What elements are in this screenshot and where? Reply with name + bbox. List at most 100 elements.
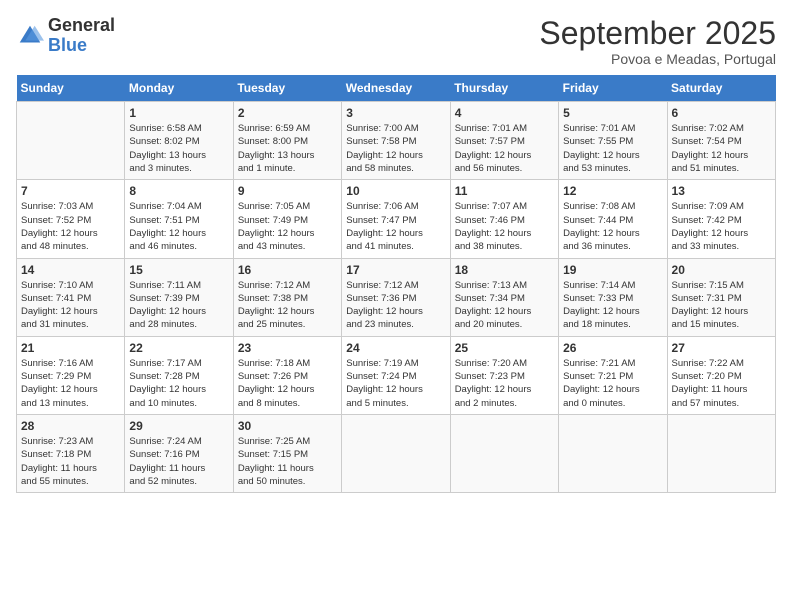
- day-info: Sunrise: 7:19 AMSunset: 7:24 PMDaylight:…: [346, 357, 445, 410]
- day-info: Sunrise: 7:08 AMSunset: 7:44 PMDaylight:…: [563, 200, 662, 253]
- day-info: Sunrise: 7:14 AMSunset: 7:33 PMDaylight:…: [563, 279, 662, 332]
- day-info: Sunrise: 7:10 AMSunset: 7:41 PMDaylight:…: [21, 279, 120, 332]
- day-info: Sunrise: 7:22 AMSunset: 7:20 PMDaylight:…: [672, 357, 771, 410]
- weekday-header-monday: Monday: [125, 75, 233, 102]
- day-info: Sunrise: 7:13 AMSunset: 7:34 PMDaylight:…: [455, 279, 554, 332]
- day-number: 24: [346, 341, 445, 355]
- calendar-cell: 25 Sunrise: 7:20 AMSunset: 7:23 PMDayligh…: [450, 336, 558, 414]
- day-number: 6: [672, 106, 771, 120]
- calendar-cell: 17 Sunrise: 7:12 AMSunset: 7:36 PMDayligh…: [342, 258, 450, 336]
- day-info: Sunrise: 7:03 AMSunset: 7:52 PMDaylight:…: [21, 200, 120, 253]
- day-info: Sunrise: 7:23 AMSunset: 7:18 PMDaylight:…: [21, 435, 120, 488]
- calendar-cell: 13Sunrise: 7:09 AMSunset: 7:42 PMDayligh…: [667, 180, 775, 258]
- day-number: 2: [238, 106, 337, 120]
- calendar-cell: 6 Sunrise: 7:02 AMSunset: 7:54 PMDaylight…: [667, 102, 775, 180]
- day-number: 1: [129, 106, 228, 120]
- weekday-header-tuesday: Tuesday: [233, 75, 341, 102]
- day-info: Sunrise: 7:20 AMSunset: 7:23 PMDaylight:…: [455, 357, 554, 410]
- day-number: 9: [238, 184, 337, 198]
- calendar-cell: 10 Sunrise: 7:06 AMSunset: 7:47 PMDayligh…: [342, 180, 450, 258]
- calendar-cell: 29Sunrise: 7:24 AMSunset: 7:16 PMDayligh…: [125, 414, 233, 492]
- day-number: 26: [563, 341, 662, 355]
- day-number: 13: [672, 184, 771, 198]
- weekday-header-saturday: Saturday: [667, 75, 775, 102]
- logo-general-text: General: [48, 16, 115, 36]
- day-info: Sunrise: 7:07 AMSunset: 7:46 PMDaylight:…: [455, 200, 554, 253]
- day-info: Sunrise: 7:00 AMSunset: 7:58 PMDaylight:…: [346, 122, 445, 175]
- day-info: Sunrise: 7:12 AMSunset: 7:36 PMDaylight:…: [346, 279, 445, 332]
- calendar-cell: 3 Sunrise: 7:00 AMSunset: 7:58 PMDaylight…: [342, 102, 450, 180]
- day-number: 23: [238, 341, 337, 355]
- day-number: 28: [21, 419, 120, 433]
- calendar-cell: 12Sunrise: 7:08 AMSunset: 7:44 PMDayligh…: [559, 180, 667, 258]
- calendar-cell: 5Sunrise: 7:01 AMSunset: 7:55 PMDaylight…: [559, 102, 667, 180]
- day-info: Sunrise: 6:58 AMSunset: 8:02 PMDaylight:…: [129, 122, 228, 175]
- calendar-cell: [559, 414, 667, 492]
- calendar-cell: 2 Sunrise: 6:59 AMSunset: 8:00 PMDaylight…: [233, 102, 341, 180]
- weekday-header-friday: Friday: [559, 75, 667, 102]
- day-info: Sunrise: 7:11 AMSunset: 7:39 PMDaylight:…: [129, 279, 228, 332]
- calendar-table: SundayMondayTuesdayWednesdayThursdayFrid…: [16, 75, 776, 493]
- day-number: 20: [672, 263, 771, 277]
- calendar-cell: 1 Sunrise: 6:58 AMSunset: 8:02 PMDaylight…: [125, 102, 233, 180]
- calendar-cell: 4 Sunrise: 7:01 AMSunset: 7:57 PMDaylight…: [450, 102, 558, 180]
- day-number: 21: [21, 341, 120, 355]
- calendar-cell: 27Sunrise: 7:22 AMSunset: 7:20 PMDayligh…: [667, 336, 775, 414]
- day-number: 4: [455, 106, 554, 120]
- day-info: Sunrise: 7:18 AMSunset: 7:26 PMDaylight:…: [238, 357, 337, 410]
- calendar-cell: 16Sunrise: 7:12 AMSunset: 7:38 PMDayligh…: [233, 258, 341, 336]
- calendar-week-row: 14Sunrise: 7:10 AMSunset: 7:41 PMDayligh…: [17, 258, 776, 336]
- day-info: Sunrise: 7:05 AMSunset: 7:49 PMDaylight:…: [238, 200, 337, 253]
- calendar-cell: 20 Sunrise: 7:15 AMSunset: 7:31 PMDayligh…: [667, 258, 775, 336]
- day-info: Sunrise: 7:12 AMSunset: 7:38 PMDaylight:…: [238, 279, 337, 332]
- day-info: Sunrise: 7:01 AMSunset: 7:57 PMDaylight:…: [455, 122, 554, 175]
- weekday-header-thursday: Thursday: [450, 75, 558, 102]
- weekday-header-row: SundayMondayTuesdayWednesdayThursdayFrid…: [17, 75, 776, 102]
- page-header: General Blue September 2025 Povoa e Mead…: [16, 16, 776, 67]
- day-info: Sunrise: 7:25 AMSunset: 7:15 PMDaylight:…: [238, 435, 337, 488]
- day-info: Sunrise: 7:02 AMSunset: 7:54 PMDaylight:…: [672, 122, 771, 175]
- logo: General Blue: [16, 16, 115, 56]
- calendar-cell: 8 Sunrise: 7:04 AMSunset: 7:51 PMDaylight…: [125, 180, 233, 258]
- calendar-cell: 19 Sunrise: 7:14 AMSunset: 7:33 PMDayligh…: [559, 258, 667, 336]
- calendar-cell: 23 Sunrise: 7:18 AMSunset: 7:26 PMDayligh…: [233, 336, 341, 414]
- day-number: 29: [129, 419, 228, 433]
- calendar-cell: 28 Sunrise: 7:23 AMSunset: 7:18 PMDayligh…: [17, 414, 125, 492]
- calendar-cell: 15 Sunrise: 7:11 AMSunset: 7:39 PMDayligh…: [125, 258, 233, 336]
- calendar-week-row: 21Sunrise: 7:16 AMSunset: 7:29 PMDayligh…: [17, 336, 776, 414]
- calendar-cell: [450, 414, 558, 492]
- day-number: 11: [455, 184, 554, 198]
- logo-blue-text: Blue: [48, 36, 115, 56]
- calendar-cell: 11 Sunrise: 7:07 AMSunset: 7:46 PMDayligh…: [450, 180, 558, 258]
- weekday-header-sunday: Sunday: [17, 75, 125, 102]
- day-number: 8: [129, 184, 228, 198]
- day-info: Sunrise: 7:15 AMSunset: 7:31 PMDaylight:…: [672, 279, 771, 332]
- calendar-cell: 22Sunrise: 7:17 AMSunset: 7:28 PMDayligh…: [125, 336, 233, 414]
- day-info: Sunrise: 6:59 AMSunset: 8:00 PMDaylight:…: [238, 122, 337, 175]
- calendar-cell: [342, 414, 450, 492]
- weekday-header-wednesday: Wednesday: [342, 75, 450, 102]
- month-title: September 2025: [539, 16, 776, 51]
- calendar-cell: [667, 414, 775, 492]
- calendar-cell: [17, 102, 125, 180]
- day-info: Sunrise: 7:17 AMSunset: 7:28 PMDaylight:…: [129, 357, 228, 410]
- day-number: 15: [129, 263, 228, 277]
- calendar-cell: 7 Sunrise: 7:03 AMSunset: 7:52 PMDaylight…: [17, 180, 125, 258]
- title-block: September 2025 Povoa e Meadas, Portugal: [539, 16, 776, 67]
- day-number: 3: [346, 106, 445, 120]
- day-number: 5: [563, 106, 662, 120]
- day-number: 7: [21, 184, 120, 198]
- day-info: Sunrise: 7:06 AMSunset: 7:47 PMDaylight:…: [346, 200, 445, 253]
- calendar-cell: 30 Sunrise: 7:25 AMSunset: 7:15 PMDayligh…: [233, 414, 341, 492]
- calendar-week-row: 7 Sunrise: 7:03 AMSunset: 7:52 PMDaylight…: [17, 180, 776, 258]
- location-subtitle: Povoa e Meadas, Portugal: [539, 51, 776, 67]
- day-number: 19: [563, 263, 662, 277]
- day-number: 17: [346, 263, 445, 277]
- day-number: 30: [238, 419, 337, 433]
- day-info: Sunrise: 7:21 AMSunset: 7:21 PMDaylight:…: [563, 357, 662, 410]
- day-info: Sunrise: 7:04 AMSunset: 7:51 PMDaylight:…: [129, 200, 228, 253]
- day-number: 25: [455, 341, 554, 355]
- day-number: 10: [346, 184, 445, 198]
- calendar-cell: 24 Sunrise: 7:19 AMSunset: 7:24 PMDayligh…: [342, 336, 450, 414]
- calendar-cell: 9 Sunrise: 7:05 AMSunset: 7:49 PMDaylight…: [233, 180, 341, 258]
